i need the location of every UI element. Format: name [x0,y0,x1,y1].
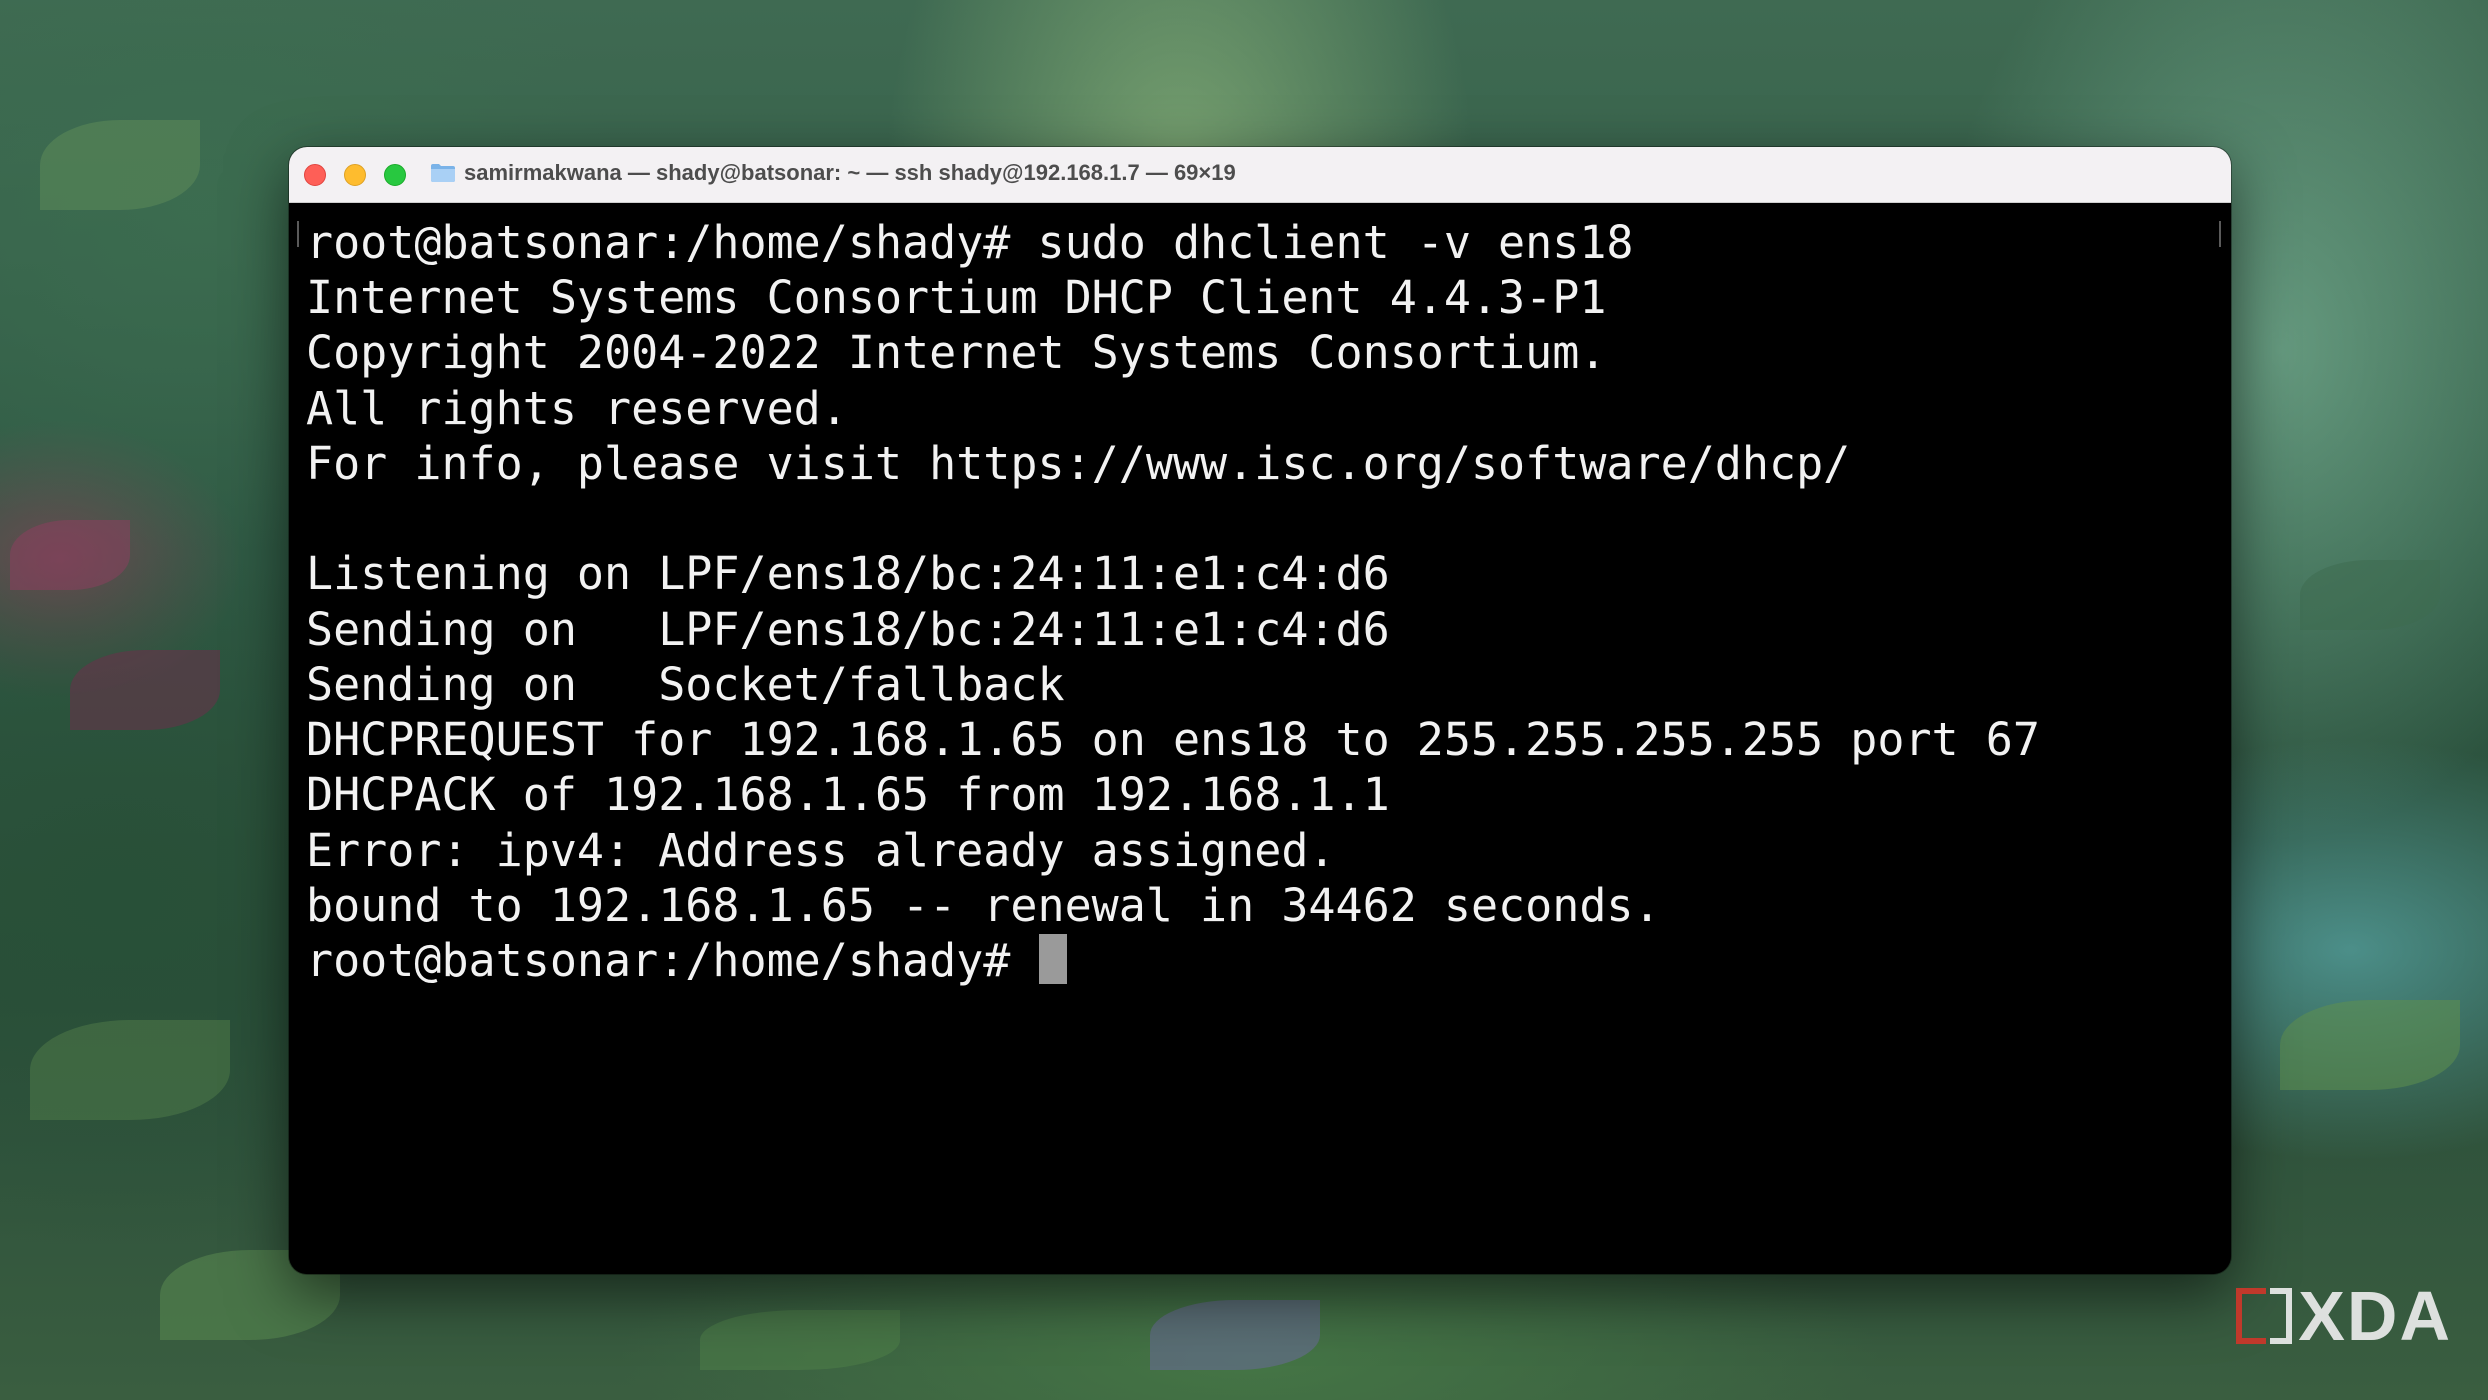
terminal-output[interactable]: root@batsonar:/home/shady# sudo dhclient… [289,203,2231,1274]
terminal-line: Sending on Socket/fallback [306,658,1065,711]
xda-bracket-right-icon [2270,1288,2293,1344]
terminal-line: Listening on LPF/ens18/bc:24:11:e1:c4:d6 [306,547,1390,600]
terminal-line: root@batsonar:/home/shady# sudo dhclient… [306,216,1634,269]
left-edge-mark [297,221,299,247]
right-edge-mark [2219,221,2221,247]
xda-bracket-icon [2236,1288,2267,1344]
minimize-button[interactable] [344,164,366,186]
terminal-line: For info, please visit https://www.isc.o… [306,437,1851,490]
xda-watermark: XDA [2236,1276,2452,1356]
zoom-button[interactable] [384,164,406,186]
xda-logo-text: XDA [2298,1277,2452,1355]
terminal-line: Internet Systems Consortium DHCP Client … [306,271,1607,324]
window-title: samirmakwana — shady@batsonar: ~ — ssh s… [464,160,1236,185]
shell-prompt: root@batsonar:/home/shady# [306,934,1038,987]
terminal-line: All rights reserved. [306,382,848,435]
terminal-line: Error: ipv4: Address already assigned. [306,824,1336,877]
terminal-line: DHCPACK of 192.168.1.65 from 192.168.1.1 [306,768,1390,821]
terminal-line: bound to 192.168.1.65 -- renewal in 3446… [306,879,1661,932]
folder-icon [431,164,455,182]
prompt-line[interactable]: root@batsonar:/home/shady# [306,933,1067,988]
close-button[interactable] [304,164,326,186]
terminal-line: DHCPREQUEST for 192.168.1.65 on ens18 to… [306,713,2040,766]
text-cursor [1038,934,1067,984]
title-bar[interactable]: samirmakwana — shady@batsonar: ~ — ssh s… [289,147,2231,203]
terminal-window[interactable]: samirmakwana — shady@batsonar: ~ — ssh s… [289,147,2231,1274]
terminal-line: Sending on LPF/ens18/bc:24:11:e1:c4:d6 [306,603,1390,656]
terminal-line: Copyright 2004-2022 Internet Systems Con… [306,326,1607,379]
